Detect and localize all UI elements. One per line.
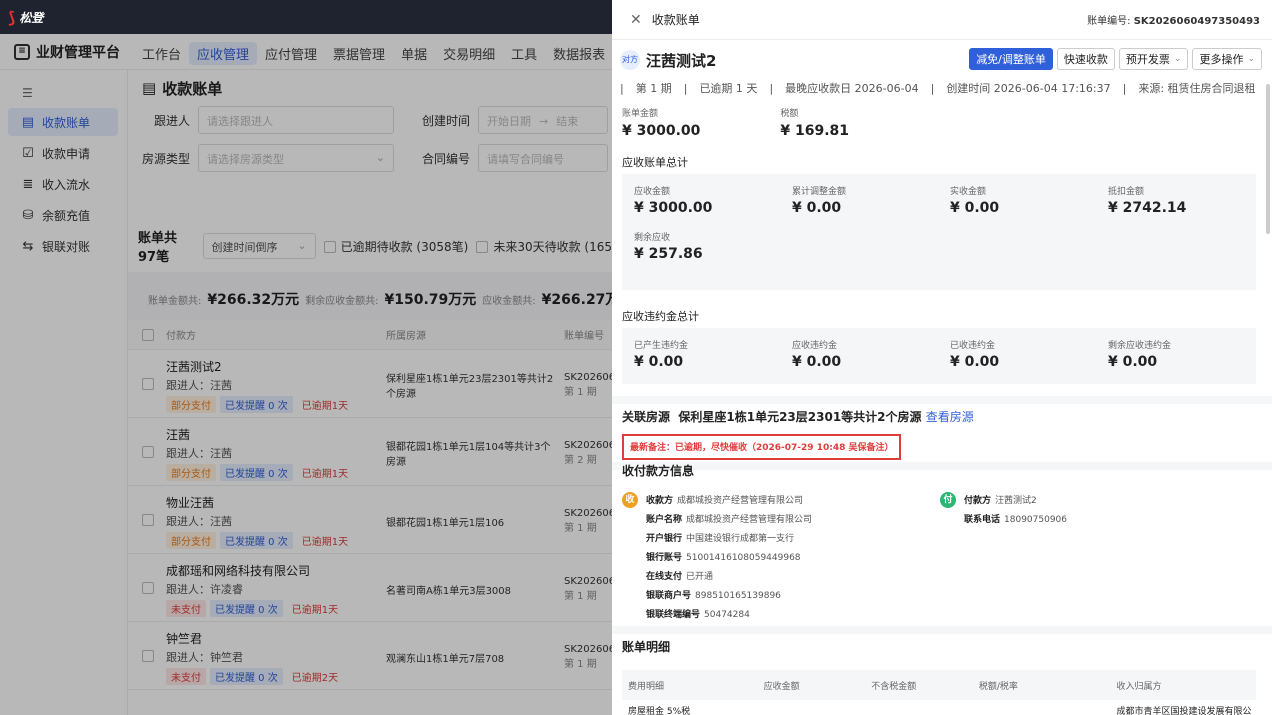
meta-item-1: 已逾期 1 天 (699, 82, 758, 95)
payee-line: 在线支付 已开通 (646, 572, 714, 582)
receivable-item-2: 实收金额 ¥ 0.00 (950, 187, 1000, 216)
latest-note: 最新备注：已逾期，尽快催收（2026-07-29 10:48 吴保备注） (622, 434, 902, 460)
related-room: 关联房源 保利星座1栋1单元23层2301等共计2个房源 查看房源 (622, 410, 974, 424)
party-badge: 对方 (620, 50, 640, 70)
pre-invoice-button[interactable]: 预开发票 ⌄ (1118, 48, 1189, 70)
logo[interactable]: ⟆ 松登 (8, 8, 43, 27)
quick-collect-button[interactable]: 快速收款 (1056, 48, 1115, 70)
view-room-link[interactable]: 查看房源 (926, 410, 974, 424)
receivable-item-1: 累计调整金额 ¥ 0.00 (792, 187, 847, 216)
receivable-title: 应收账单总计 (622, 156, 688, 169)
drawer-title: 收款账单 (651, 13, 700, 27)
detail-cell: 成都市青羊区国投建设发展有限公 (1116, 706, 1252, 715)
receivable-summary: 应收金额 ¥ 3000.00 累计调整金额 ¥ 0.00 实收金额 ¥ 0.00 抵扣金额 ¥… (622, 174, 1256, 290)
detail-title: 账单明细 (622, 640, 671, 654)
meta-item-2: 最晚应收款日 2026-06-04 (785, 82, 919, 95)
tax-amount: 税额 ¥ 169.81 (780, 109, 850, 139)
bill-detail-drawer: ✕ 收款账单 账单编号: SK2026060497350493 对方 汪茜测试2… (612, 0, 1272, 715)
close-icon[interactable]: ✕ (630, 12, 642, 28)
party-name: 汪茜测试2 (646, 51, 717, 70)
party-header: 对方 汪茜测试2 减免/调整账单 快速收款 预开发票 ⌄ 更多操作 ⌄ (612, 46, 1272, 74)
bill-amount: 账单金额 ¥ 3000.00 (622, 109, 701, 139)
payee-line: 银联商户号 898510165139896 (646, 591, 781, 601)
penalty-item-0: 已产生违约金 ¥ 0.00 (634, 341, 689, 370)
detail-header: 应收金额 (763, 681, 800, 692)
payer-line: 联系电话 18090750906 (964, 515, 1068, 525)
payee-icon: 收 (622, 492, 638, 508)
detail-cell: 房屋租金 5%税 (628, 706, 691, 715)
penalty-summary: 已产生违约金 ¥ 0.00 应收违约金 ¥ 0.00 已收违约金 ¥ 0.00 剩余应收违约… (622, 328, 1256, 384)
scrollbar[interactable] (1266, 84, 1270, 234)
payee-line: 账户名称 成都城投资产经营管理有限公司 (646, 515, 813, 525)
penalty-item-1: 应收违约金 ¥ 0.00 (792, 341, 842, 370)
chevron-down-icon: ⌄ (1173, 54, 1182, 64)
detail-header: 收入归属方 (1116, 681, 1162, 692)
bill-meta: | 第 1 期 | 已逾期 1 天 | 最晚应收款日 2026-06-04 | 创建时间 20… (620, 82, 1256, 95)
payer-icon: 付 (940, 492, 956, 508)
modal-overlay[interactable] (0, 34, 612, 715)
meta-item-4: 来源: 租赁住房合同退租 (1138, 82, 1256, 95)
receivable-item-0: 应收金额 ¥ 3000.00 (634, 187, 713, 216)
payee-line: 银行账号 51001416108059449968 (646, 553, 801, 563)
adjust-bill-button[interactable]: 减免/调整账单 (969, 48, 1053, 70)
detail-header: 不含税金额 (871, 681, 917, 692)
meta-item-0: 第 1 期 (635, 82, 672, 95)
chevron-down-icon: ⌄ (1247, 54, 1255, 64)
meta-item-3: 创建时间 2026-06-04 17:16:37 (946, 82, 1111, 95)
receivable-item-3: 抵扣金额 ¥ 2742.14 (1108, 187, 1187, 216)
bill-number: 账单编号: SK2026060497350493 (1087, 16, 1260, 27)
payer-line: 付款方 汪茜测试2 (964, 496, 1037, 506)
penalty-item-2: 已收违约金 ¥ 0.00 (950, 341, 1000, 370)
payee-line: 银联终端编号 50474284 (646, 610, 750, 620)
detail-header: 税额/税率 (978, 681, 1018, 692)
logo-icon: ⟆ (8, 8, 16, 27)
penalty-item-3: 剩余应收违约金 ¥ 0.00 (1108, 341, 1172, 370)
detail-header: 费用明细 (628, 681, 665, 692)
payee-line: 开户银行 中国建设银行成都第一支行 (646, 534, 795, 544)
receivable-item-4: 剩余应收 ¥ 257.86 (634, 233, 703, 262)
more-actions-button[interactable]: 更多操作 ⌄ (1192, 48, 1262, 70)
payee-line: 收款方 成都城投资产经营管理有限公司 (646, 496, 804, 506)
payinfo-title: 收付款方信息 (622, 464, 695, 478)
detail-table: 费用明细 应收金额 不含税金额 税额/税率 收入归属方 房屋租金 5%税 成都市青羊区国投… (622, 670, 1256, 715)
penalty-title: 应收违约金总计 (622, 310, 699, 323)
